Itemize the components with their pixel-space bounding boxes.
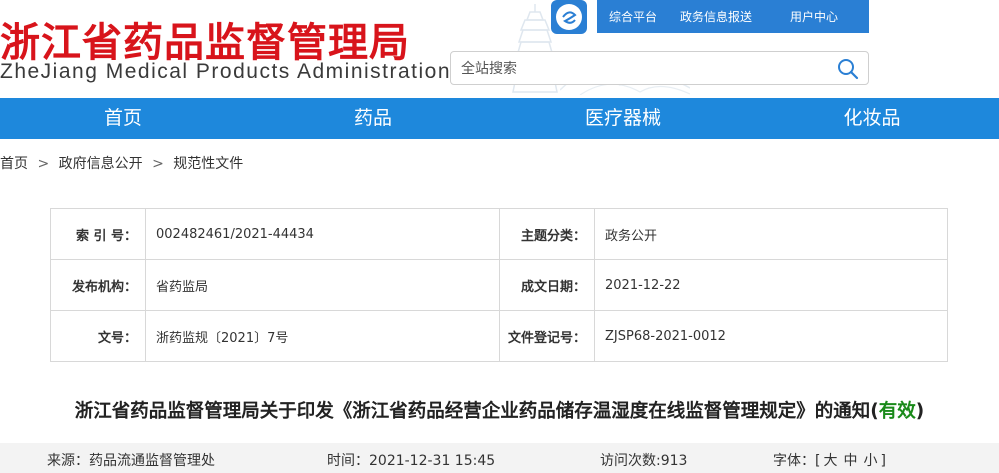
status-badge: 有效 [878, 401, 916, 422]
meta-value-date: 2021-12-22 [594, 259, 948, 311]
top-link-user-center[interactable]: 用户中心 [790, 8, 838, 25]
meta-value-topic: 政务公开 [594, 208, 948, 260]
font-large-button[interactable]: 大 [823, 453, 837, 469]
site-header: 浙江省药品监督管理局 ZheJiang Medical Products Adm… [0, 0, 999, 97]
document-title-text: 浙江省药品监督管理局关于印发《浙江省药品经营企业药品储存温湿度在线监督管理规定》… [74, 401, 871, 422]
logo-swirl-icon [562, 11, 577, 24]
document-info-bar: 来源：药品流通监督管理处 时间：2021-12-31 15:45 访问次数:91… [0, 443, 999, 473]
meta-value-publisher: 省药监局 [145, 259, 500, 311]
breadcrumb-separator: > [37, 156, 50, 172]
meta-value-index: 002482461/2021-44434 [145, 208, 500, 260]
table-row: 文号： 浙药监规〔2021〕7号 文件登记号： ZJSP68-2021-0012 [50, 310, 948, 362]
font-size-control: 字体：[大中小] [773, 450, 886, 470]
site-subtitle-en: ZheJiang Medical Products Administration [0, 60, 452, 83]
top-link-platform[interactable]: 综合平台 [609, 8, 657, 25]
meta-value-registration: ZJSP68-2021-0012 [594, 310, 948, 362]
search-icon[interactable] [836, 57, 860, 81]
status-paren-close: ) [915, 401, 925, 422]
document-meta-table: 索 引 号： 002482461/2021-44434 主题分类： 政务公开 发… [50, 208, 948, 362]
table-row: 索 引 号： 002482461/2021-44434 主题分类： 政务公开 [50, 208, 948, 260]
meta-label-date: 成文日期： [499, 259, 595, 311]
search-box [450, 51, 869, 85]
meta-label-registration: 文件登记号： [499, 310, 595, 362]
top-link-info-report[interactable]: 政务信息报送 [680, 8, 752, 25]
top-links-bar: 综合平台 政务信息报送 用户中心 [597, 0, 869, 33]
meta-value-doc-number: 浙药监规〔2021〕7号 [145, 310, 500, 362]
font-size-end: ] [880, 453, 886, 469]
font-small-button[interactable]: 小 [863, 453, 877, 469]
zhejiang-logo-icon[interactable] [551, 0, 587, 34]
breadcrumb-home[interactable]: 首页 [0, 156, 28, 172]
document-title: 浙江省药品监督管理局关于印发《浙江省药品经营企业药品储存温湿度在线监督管理规定》… [0, 397, 999, 423]
main-nav: 首页 药品 医疗器械 化妆品 [0, 98, 999, 139]
meta-label-publisher: 发布机构： [50, 259, 146, 311]
font-medium-button[interactable]: 中 [843, 453, 857, 469]
breadcrumb-gov-info[interactable]: 政府信息公开 [59, 156, 143, 172]
font-size-label: 字体：[ [773, 453, 821, 469]
nav-item-drugs[interactable]: 药品 [323, 98, 423, 139]
meta-label-topic: 主题分类： [499, 208, 595, 260]
meta-label-doc-number: 文号： [50, 310, 146, 362]
breadcrumb-separator: > [152, 156, 164, 172]
status-paren-open: ( [870, 401, 879, 422]
nav-item-home[interactable]: 首页 [73, 98, 173, 139]
breadcrumb: 首页 > 政府信息公开 > 规范性文件 [0, 153, 243, 173]
info-source: 来源：药品流通监督管理处 [47, 453, 215, 469]
nav-item-medical-devices[interactable]: 医疗器械 [563, 98, 683, 139]
nav-item-cosmetics[interactable]: 化妆品 [822, 98, 922, 139]
table-row: 发布机构： 省药监局 成文日期： 2021-12-22 [50, 259, 948, 311]
search-input[interactable] [461, 58, 821, 80]
meta-label-index: 索 引 号： [50, 208, 146, 260]
breadcrumb-normative-docs[interactable]: 规范性文件 [173, 156, 243, 172]
info-time: 时间：2021-12-31 15:45 [327, 453, 496, 469]
info-visits: 访问次数:913 [600, 453, 688, 469]
